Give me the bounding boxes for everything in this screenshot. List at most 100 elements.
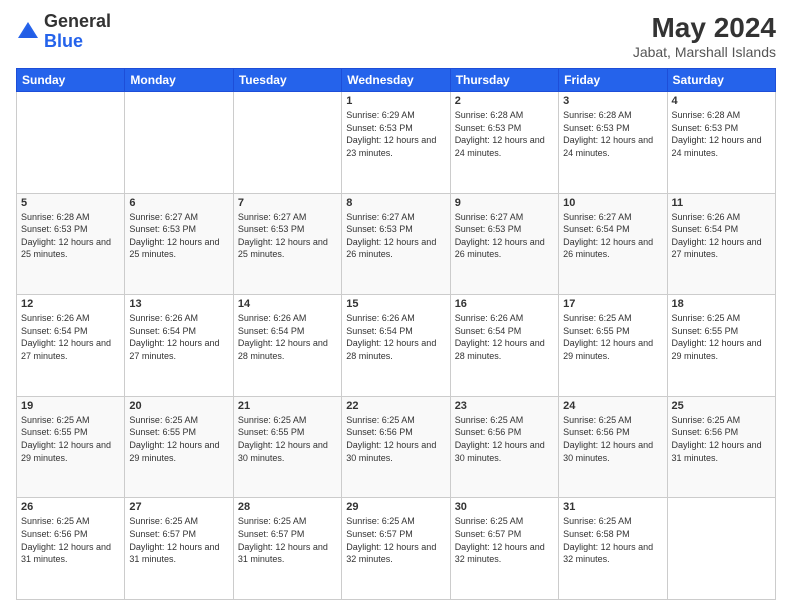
day-info: Sunrise: 6:25 AMSunset: 6:56 PMDaylight:… — [455, 414, 554, 464]
calendar-cell: 26 Sunrise: 6:25 AMSunset: 6:56 PMDayligh… — [17, 498, 125, 600]
day-info: Sunrise: 6:27 AMSunset: 6:53 PMDaylight:… — [238, 211, 337, 261]
day-info: Sunrise: 6:28 AMSunset: 6:53 PMDaylight:… — [455, 109, 554, 159]
day-info: Sunrise: 6:25 AMSunset: 6:55 PMDaylight:… — [238, 414, 337, 464]
calendar-header-row: Sunday Monday Tuesday Wednesday Thursday… — [17, 69, 776, 92]
day-info: Sunrise: 6:25 AMSunset: 6:55 PMDaylight:… — [129, 414, 228, 464]
calendar-cell: 11 Sunrise: 6:26 AMSunset: 6:54 PMDayligh… — [667, 193, 775, 295]
day-number: 24 — [563, 400, 662, 412]
calendar-cell: 21 Sunrise: 6:25 AMSunset: 6:55 PMDayligh… — [233, 396, 341, 498]
day-info: Sunrise: 6:25 AMSunset: 6:57 PMDaylight:… — [455, 515, 554, 565]
day-info: Sunrise: 6:25 AMSunset: 6:57 PMDaylight:… — [346, 515, 445, 565]
day-number: 27 — [129, 501, 228, 513]
calendar-cell: 5 Sunrise: 6:28 AMSunset: 6:53 PMDaylight… — [17, 193, 125, 295]
day-number: 19 — [21, 400, 120, 412]
col-wednesday: Wednesday — [342, 69, 450, 92]
calendar-cell: 19 Sunrise: 6:25 AMSunset: 6:55 PMDayligh… — [17, 396, 125, 498]
day-number: 21 — [238, 400, 337, 412]
day-number: 4 — [672, 95, 771, 107]
calendar-week-2: 12 Sunrise: 6:26 AMSunset: 6:54 PMDayligh… — [17, 295, 776, 397]
calendar-cell: 24Sunrise: 6:25 AMSunset: 6:56 PMDayligh… — [559, 396, 667, 498]
calendar-cell: 8Sunrise: 6:27 AMSunset: 6:53 PMDaylight… — [342, 193, 450, 295]
calendar-cell — [233, 92, 341, 194]
calendar-cell — [667, 498, 775, 600]
day-number: 5 — [21, 197, 120, 209]
calendar-cell: 31Sunrise: 6:25 AMSunset: 6:58 PMDayligh… — [559, 498, 667, 600]
calendar-cell: 3Sunrise: 6:28 AMSunset: 6:53 PMDaylight… — [559, 92, 667, 194]
page: General Blue May 2024 Jabat, Marshall Is… — [0, 0, 792, 612]
logo-text: General Blue — [44, 12, 111, 52]
day-number: 9 — [455, 197, 554, 209]
day-number: 16 — [455, 298, 554, 310]
day-number: 17 — [563, 298, 662, 310]
day-number: 26 — [21, 501, 120, 513]
day-number: 20 — [129, 400, 228, 412]
day-info: Sunrise: 6:25 AMSunset: 6:57 PMDaylight:… — [238, 515, 337, 565]
day-number: 18 — [672, 298, 771, 310]
col-monday: Monday — [125, 69, 233, 92]
day-info: Sunrise: 6:25 AMSunset: 6:56 PMDaylight:… — [672, 414, 771, 464]
day-info: Sunrise: 6:25 AMSunset: 6:58 PMDaylight:… — [563, 515, 662, 565]
day-info: Sunrise: 6:28 AMSunset: 6:53 PMDaylight:… — [21, 211, 120, 261]
day-number: 6 — [129, 197, 228, 209]
day-number: 12 — [21, 298, 120, 310]
day-number: 3 — [563, 95, 662, 107]
day-info: Sunrise: 6:26 AMSunset: 6:54 PMDaylight:… — [672, 211, 771, 261]
day-number: 7 — [238, 197, 337, 209]
calendar-cell: 12 Sunrise: 6:26 AMSunset: 6:54 PMDayligh… — [17, 295, 125, 397]
day-info: Sunrise: 6:29 AMSunset: 6:53 PMDaylight:… — [346, 109, 445, 159]
day-number: 11 — [672, 197, 771, 209]
day-number: 28 — [238, 501, 337, 513]
calendar-cell: 14 Sunrise: 6:26 AMSunset: 6:54 PMDayligh… — [233, 295, 341, 397]
day-info: Sunrise: 6:25 AMSunset: 6:56 PMDaylight:… — [21, 515, 120, 565]
day-info: Sunrise: 6:26 AMSunset: 6:54 PMDaylight:… — [21, 312, 120, 362]
day-info: Sunrise: 6:26 AMSunset: 6:54 PMDaylight:… — [129, 312, 228, 362]
day-number: 14 — [238, 298, 337, 310]
calendar-cell: 16 Sunrise: 6:26 AMSunset: 6:54 PMDayligh… — [450, 295, 558, 397]
day-info: Sunrise: 6:25 AMSunset: 6:57 PMDaylight:… — [129, 515, 228, 565]
day-number: 15 — [346, 298, 445, 310]
calendar-cell: 29 Sunrise: 6:25 AMSunset: 6:57 PMDayligh… — [342, 498, 450, 600]
calendar-cell: 13 Sunrise: 6:26 AMSunset: 6:54 PMDayligh… — [125, 295, 233, 397]
col-saturday: Saturday — [667, 69, 775, 92]
calendar-cell: 9 Sunrise: 6:27 AMSunset: 6:53 PMDaylight… — [450, 193, 558, 295]
day-number: 13 — [129, 298, 228, 310]
calendar-cell: 4 Sunrise: 6:28 AMSunset: 6:53 PMDaylight… — [667, 92, 775, 194]
calendar-cell: 20 Sunrise: 6:25 AMSunset: 6:55 PMDayligh… — [125, 396, 233, 498]
calendar-table: Sunday Monday Tuesday Wednesday Thursday… — [16, 68, 776, 600]
calendar-cell: 6Sunrise: 6:27 AMSunset: 6:53 PMDaylight… — [125, 193, 233, 295]
day-info: Sunrise: 6:28 AMSunset: 6:53 PMDaylight:… — [672, 109, 771, 159]
day-number: 1 — [346, 95, 445, 107]
calendar-cell: 22Sunrise: 6:25 AMSunset: 6:56 PMDayligh… — [342, 396, 450, 498]
logo-icon — [16, 20, 40, 44]
calendar-cell: 17 Sunrise: 6:25 AMSunset: 6:55 PMDayligh… — [559, 295, 667, 397]
day-number: 10 — [563, 197, 662, 209]
calendar-cell: 15 Sunrise: 6:26 AMSunset: 6:54 PMDayligh… — [342, 295, 450, 397]
month-year: May 2024 — [633, 12, 776, 44]
col-thursday: Thursday — [450, 69, 558, 92]
calendar-cell — [125, 92, 233, 194]
calendar-cell: 7 Sunrise: 6:27 AMSunset: 6:53 PMDaylight… — [233, 193, 341, 295]
calendar-week-3: 19 Sunrise: 6:25 AMSunset: 6:55 PMDayligh… — [17, 396, 776, 498]
calendar-cell: 25Sunrise: 6:25 AMSunset: 6:56 PMDayligh… — [667, 396, 775, 498]
day-number: 29 — [346, 501, 445, 513]
calendar-week-1: 5 Sunrise: 6:28 AMSunset: 6:53 PMDaylight… — [17, 193, 776, 295]
location: Jabat, Marshall Islands — [633, 44, 776, 60]
day-number: 23 — [455, 400, 554, 412]
calendar-cell: 18Sunrise: 6:25 AMSunset: 6:55 PMDayligh… — [667, 295, 775, 397]
day-info: Sunrise: 6:26 AMSunset: 6:54 PMDaylight:… — [346, 312, 445, 362]
day-info: Sunrise: 6:25 AMSunset: 6:56 PMDaylight:… — [346, 414, 445, 464]
day-info: Sunrise: 6:25 AMSunset: 6:55 PMDaylight:… — [563, 312, 662, 362]
day-info: Sunrise: 6:27 AMSunset: 6:53 PMDaylight:… — [455, 211, 554, 261]
calendar-week-0: 1 Sunrise: 6:29 AMSunset: 6:53 PMDaylight… — [17, 92, 776, 194]
header: General Blue May 2024 Jabat, Marshall Is… — [16, 12, 776, 60]
day-info: Sunrise: 6:27 AMSunset: 6:53 PMDaylight:… — [346, 211, 445, 261]
calendar-cell: 1 Sunrise: 6:29 AMSunset: 6:53 PMDaylight… — [342, 92, 450, 194]
day-info: Sunrise: 6:27 AMSunset: 6:54 PMDaylight:… — [563, 211, 662, 261]
calendar-cell: 10 Sunrise: 6:27 AMSunset: 6:54 PMDayligh… — [559, 193, 667, 295]
day-number: 30 — [455, 501, 554, 513]
day-info: Sunrise: 6:26 AMSunset: 6:54 PMDaylight:… — [238, 312, 337, 362]
calendar-cell — [17, 92, 125, 194]
calendar-week-4: 26 Sunrise: 6:25 AMSunset: 6:56 PMDayligh… — [17, 498, 776, 600]
day-info: Sunrise: 6:25 AMSunset: 6:55 PMDaylight:… — [21, 414, 120, 464]
day-info: Sunrise: 6:26 AMSunset: 6:54 PMDaylight:… — [455, 312, 554, 362]
